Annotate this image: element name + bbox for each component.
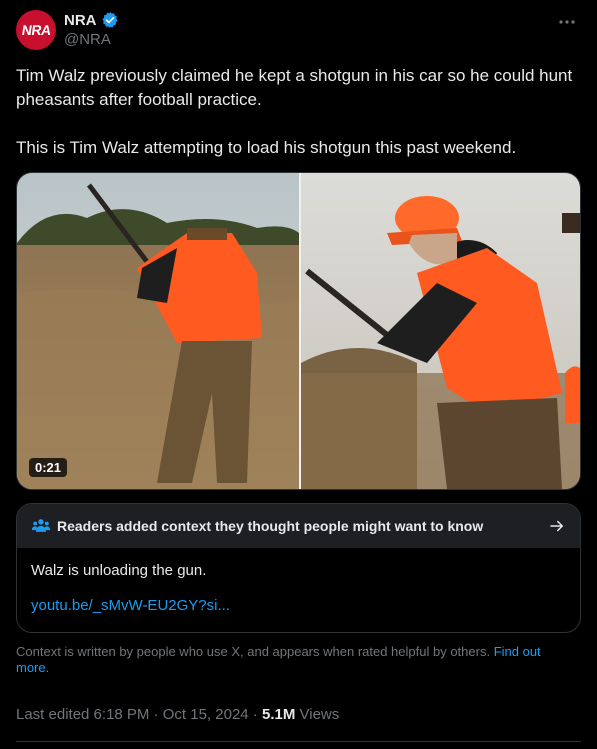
display-name[interactable]: NRA	[64, 12, 97, 29]
avatar[interactable]: NRA	[16, 10, 56, 50]
avatar-logo-text: NRA	[20, 22, 52, 38]
people-icon	[31, 519, 51, 532]
author-info: NRA @NRA	[64, 11, 119, 48]
video-player[interactable]: 0:21	[16, 172, 581, 490]
video-thumbnail	[17, 173, 580, 489]
handle[interactable]: @NRA	[64, 31, 119, 48]
divider	[16, 741, 581, 742]
tweet-text: Tim Walz previously claimed he kept a sh…	[16, 64, 576, 160]
arrow-right-icon[interactable]	[548, 517, 566, 535]
edited-timestamp[interactable]: Last edited 6:18 PM · Oct 15, 2024 ·	[16, 706, 262, 723]
community-note[interactable]: Readers added context they thought peopl…	[16, 503, 581, 633]
more-options-icon[interactable]	[557, 12, 577, 32]
context-text: Context is written by people who use X, …	[16, 644, 491, 659]
community-note-title: Readers added context they thought peopl…	[57, 518, 484, 534]
tweet-meta: Last edited 6:18 PM · Oct 15, 2024 · 5.1…	[16, 706, 339, 723]
community-note-header[interactable]: Readers added context they thought peopl…	[17, 504, 580, 548]
community-note-text: Walz is unloading the gun.	[31, 562, 207, 579]
verified-badge-icon	[102, 12, 117, 28]
tweet-paragraph: This is Tim Walz attempting to load his …	[16, 138, 517, 157]
tweet-header: NRA NRA @NRA	[16, 8, 581, 56]
community-note-link[interactable]: youtu.be/_sMvW-EU2GY?si...	[31, 597, 566, 614]
views-label: Views	[295, 706, 340, 723]
video-duration-badge: 0:21	[29, 458, 68, 477]
tweet-paragraph: Tim Walz previously claimed he kept a sh…	[16, 66, 573, 109]
views-count: 5.1M	[261, 706, 296, 723]
context-disclaimer: Context is written by people who use X, …	[16, 644, 576, 676]
